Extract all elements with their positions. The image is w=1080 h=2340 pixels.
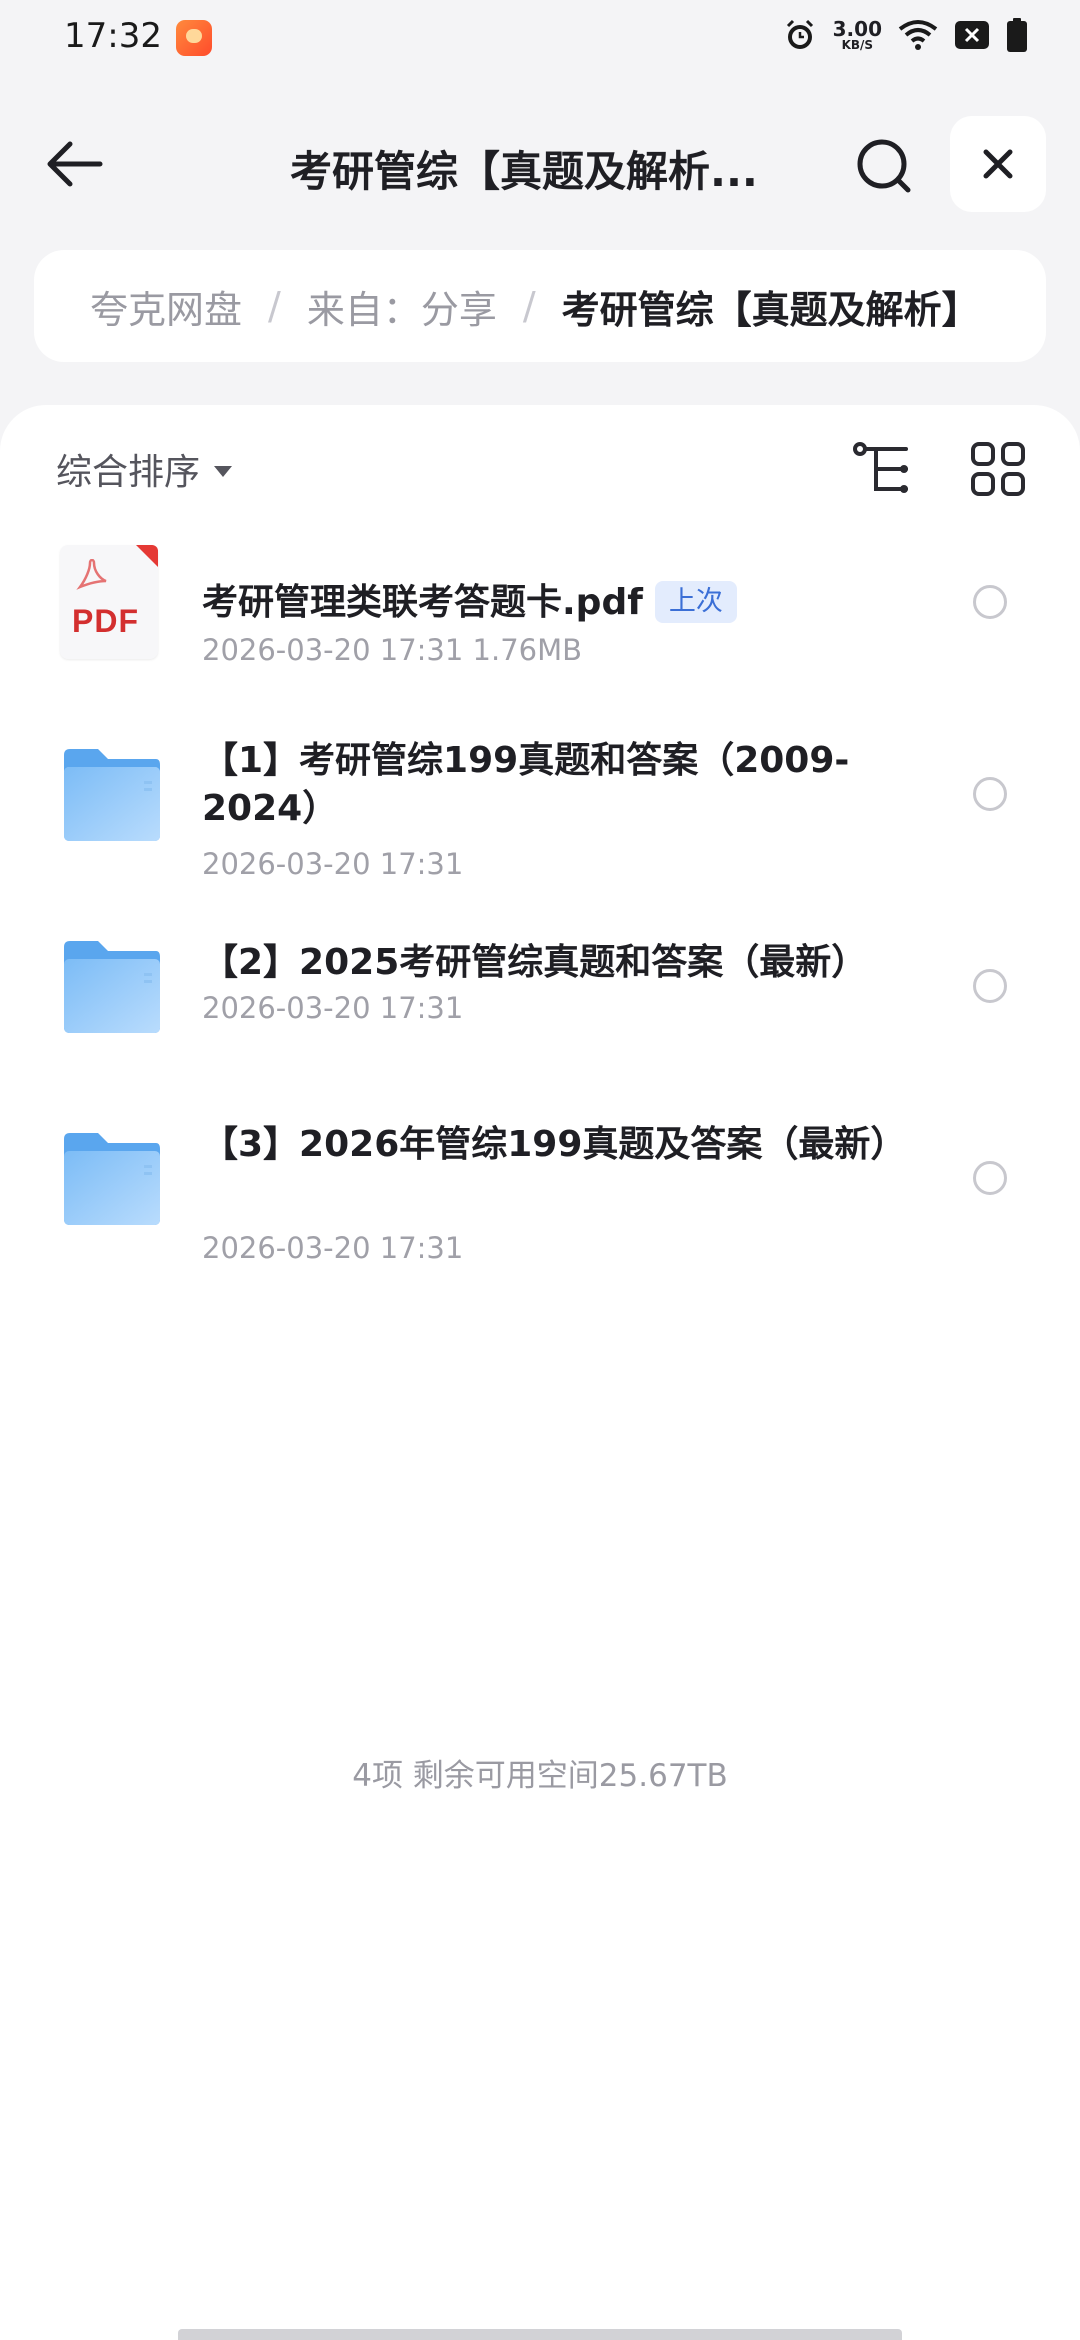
file-meta: 2026-03-20 17:31 1.76MB — [202, 633, 583, 667]
select-checkbox[interactable] — [973, 1161, 1007, 1195]
tree-view-icon — [853, 442, 908, 493]
pdf-thumb-label: PDF — [72, 603, 139, 639]
tree-view-button[interactable] — [852, 441, 912, 497]
breadcrumb-current: 考研管综【真题及解析】 — [561, 287, 980, 332]
breadcrumb-root[interactable]: 夸克网盘 — [90, 279, 242, 334]
battery-icon — [1006, 18, 1028, 52]
quark-app-icon — [176, 20, 212, 56]
status-time: 17:32 — [64, 16, 162, 56]
page-title: 考研管综【真题及解析... — [290, 147, 758, 196]
net-speed-value: 3.00 — [832, 17, 882, 41]
breadcrumb: 夸克网盘 / 来自：分享 / 考研管综【真题及解析】 — [34, 250, 1046, 362]
select-checkbox[interactable] — [973, 777, 1007, 811]
title-bar: 考研管综【真题及解析... — [0, 110, 1080, 220]
last-opened-tag: 上次 — [654, 581, 737, 623]
status-icons: 3.00 KB/S — [783, 18, 1028, 52]
select-checkbox[interactable] — [973, 585, 1007, 619]
alarm-icon — [783, 18, 817, 52]
storage-summary: 4项 剩余可用空间25.67TB — [352, 1758, 728, 1794]
net-speed: 3.00 KB/S — [833, 19, 882, 51]
sort-label: 综合排序 — [56, 452, 201, 493]
grid-view-button[interactable] — [970, 441, 1026, 497]
file-row-folder[interactable]: 【1】考研管综199真题和答案（2009-2024） 2026-03-20 17… — [0, 737, 1080, 929]
file-name: 考研管理类联考答题卡.pdf 上次 — [202, 579, 902, 627]
file-meta: 2026-03-20 17:31 — [202, 847, 464, 881]
status-bar: 17:32 3.00 KB/S — [0, 0, 1080, 80]
grid-view-icon — [971, 442, 1025, 496]
back-arrow-icon — [47, 141, 103, 187]
breadcrumb-share[interactable]: 来自：分享 — [307, 279, 497, 334]
folder-icon — [60, 747, 164, 843]
file-name: 【2】2025考研管综真题和答案（最新） — [202, 942, 868, 983]
file-list: PDF 考研管理类联考答题卡.pdf 上次 2026-03-20 17:31 1.… — [0, 545, 1080, 1313]
acrobat-icon — [76, 559, 107, 590]
back-button[interactable] — [40, 134, 110, 194]
file-row-folder[interactable]: 【3】2026年管综199真题及答案（最新） 2026-03-20 17:31 — [0, 1121, 1080, 1313]
file-name-text: 考研管理类联考答题卡.pdf — [202, 582, 643, 623]
file-row-folder[interactable]: 【2】2025考研管综真题和答案（最新） 2026-03-20 17:31 — [0, 929, 1080, 1121]
net-speed-unit: KB/S — [841, 38, 874, 52]
wifi-icon — [898, 19, 938, 51]
folder-icon — [60, 939, 164, 1035]
sort-dropdown[interactable]: 综合排序 — [56, 443, 233, 495]
search-icon — [857, 139, 911, 193]
pdf-corner-mark — [136, 545, 158, 567]
search-button[interactable] — [852, 134, 916, 198]
file-row-pdf[interactable]: PDF 考研管理类联考答题卡.pdf 上次 2026-03-20 17:31 1.… — [0, 545, 1080, 737]
breadcrumb-separator: / — [522, 284, 536, 328]
folder-icon — [60, 1131, 164, 1227]
file-sheet: 综合排序 PDF 考研管理类联考答题卡.pdf 上次 2026-03-20 17… — [0, 405, 1080, 2340]
file-name: 【3】2026年管综199真题及答案（最新） — [202, 1124, 907, 1165]
file-meta: 2026-03-20 17:31 — [202, 991, 464, 1025]
breadcrumb-separator: / — [268, 284, 281, 328]
file-meta: 2026-03-20 17:31 — [202, 1231, 464, 1265]
select-checkbox[interactable] — [973, 969, 1007, 1003]
no-sim-icon — [954, 20, 990, 50]
home-indicator[interactable] — [178, 2329, 902, 2340]
close-button[interactable] — [950, 116, 1046, 212]
caret-down-icon — [214, 465, 233, 477]
pdf-file-icon: PDF — [60, 545, 158, 659]
file-name: 【1】考研管综199真题和答案（2009-2024） — [202, 740, 850, 829]
close-icon — [983, 149, 1013, 179]
